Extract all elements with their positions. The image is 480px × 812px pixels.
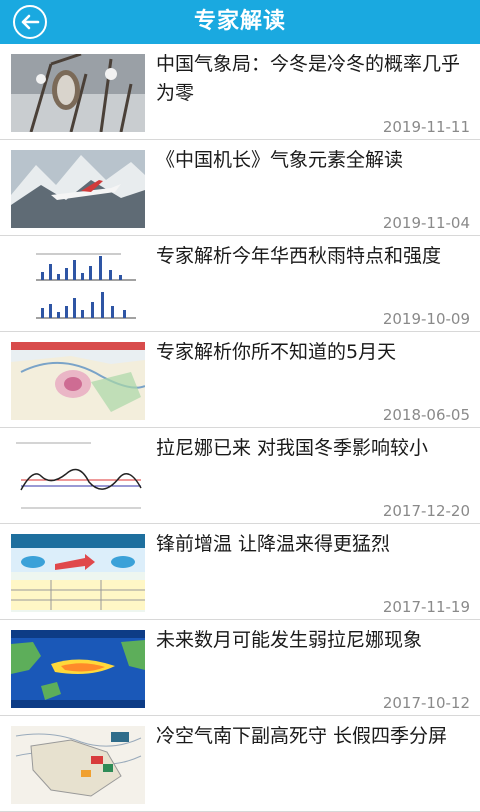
article-thumbnail [11,342,145,420]
article-date: 2017-11-19 [382,598,470,616]
article-date: 2017-12-20 [382,502,470,520]
article-thumbnail [11,630,145,708]
article-title: 锋前增温 让降温来得更猛烈 [156,533,391,555]
article-title: 专家解析你所不知道的5月天 [156,341,397,363]
article-item[interactable]: 专家解析今年华西秋雨特点和强度 2019-10-09 [0,236,480,332]
article-title: 《中国机长》气象元素全解读 [156,149,404,171]
article-thumbnail [11,54,145,132]
article-title: 拉尼娜已来 对我国冬季影响较小 [156,437,429,459]
article-thumbnail [11,726,145,804]
article-title: 冷空气南下副高死守 长假四季分屏 [156,725,448,747]
article-thumbnail [11,150,145,228]
article-date: 2019-11-04 [382,214,470,232]
article-item[interactable]: 《中国机长》气象元素全解读 2019-11-04 [0,140,480,236]
article-title: 专家解析今年华西秋雨特点和强度 [156,245,442,267]
article-title: 未来数月可能发生弱拉尼娜现象 [156,629,423,651]
article-item[interactable]: 锋前增温 让降温来得更猛烈 2017-11-19 [0,524,480,620]
top-bar: 专家解读 [0,0,480,44]
article-thumbnail [11,534,145,612]
article-item[interactable]: 未来数月可能发生弱拉尼娜现象 2017-10-12 [0,620,480,716]
article-date: 2017-10-12 [382,694,470,712]
article-list: 中国气象局：今冬是冷冬的概率几乎为零 2019-11-11 《中国机长》气象元素… [0,44,480,812]
page-title: 专家解读 [193,9,286,34]
article-date: 2018-06-05 [382,406,470,424]
article-thumbnail [11,438,145,516]
article-item[interactable]: 冷空气南下副高死守 长假四季分屏 [0,716,480,812]
article-date: 2019-10-09 [382,310,470,328]
article-title: 中国气象局：今冬是冷冬的概率几乎为零 [156,53,461,104]
article-thumbnail [11,246,145,324]
article-item[interactable]: 拉尼娜已来 对我国冬季影响较小 2017-12-20 [0,428,480,524]
article-item[interactable]: 中国气象局：今冬是冷冬的概率几乎为零 2019-11-11 [0,44,480,140]
article-date: 2019-11-11 [382,118,470,136]
article-item[interactable]: 专家解析你所不知道的5月天 2018-06-05 [0,332,480,428]
